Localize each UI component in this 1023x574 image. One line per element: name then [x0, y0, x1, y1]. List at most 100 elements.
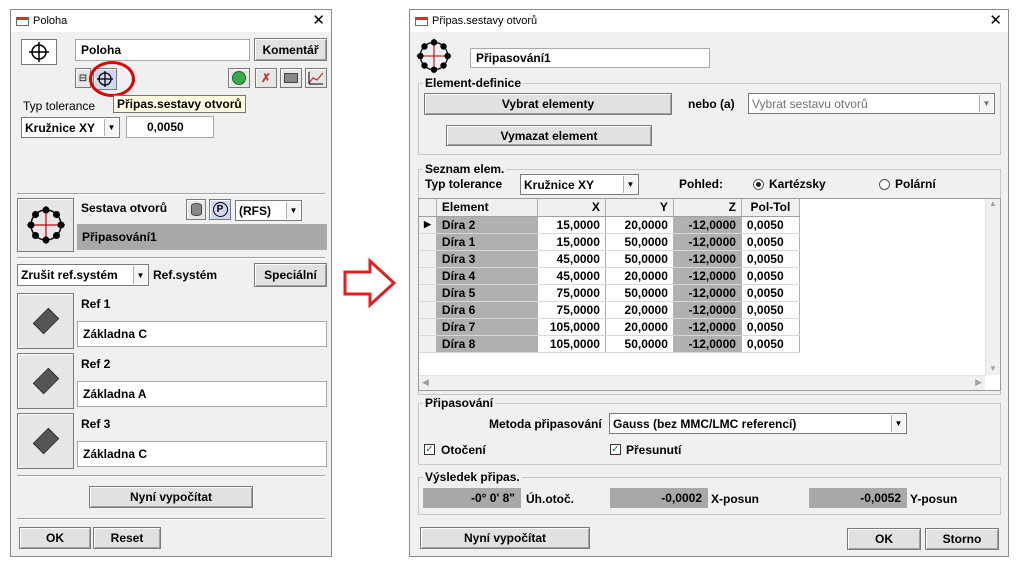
column-header[interactable]: Pol-Tol — [741, 199, 800, 217]
table-row[interactable]: ▶ Díra 2 15,0000 20,0000 -12,0000 0,0050 — [419, 216, 800, 234]
cartesian-radio[interactable] — [753, 179, 764, 190]
cell-x[interactable]: 15,0000 — [537, 233, 606, 251]
cell-y[interactable]: 50,0000 — [605, 335, 674, 353]
column-header[interactable]: Element — [436, 199, 538, 217]
print-icon[interactable] — [280, 68, 302, 88]
cell-x[interactable]: 75,0000 — [537, 284, 606, 302]
cell-pol-tol[interactable]: 0,0050 — [741, 318, 800, 336]
compute-now-button[interactable]: Nyní vypočítat — [89, 486, 253, 508]
cell-y[interactable]: 20,0000 — [605, 216, 674, 234]
cell-z[interactable]: -12,0000 — [673, 284, 742, 302]
cell-element[interactable]: Díra 5 — [436, 284, 538, 302]
cell-z[interactable]: -12,0000 — [673, 233, 742, 251]
cell-element[interactable]: Díra 7 — [436, 318, 538, 336]
table-row[interactable]: Díra 6 75,0000 20,0000 -12,0000 0,0050 — [419, 301, 800, 319]
chevron-down-icon[interactable]: ▼ — [104, 119, 118, 136]
close-icon[interactable]: ✕ — [312, 10, 325, 32]
tolerance-type-combo[interactable]: Kružnice XY ▼ — [520, 174, 639, 195]
compute-now-button[interactable]: Nyní vypočítat — [420, 527, 590, 549]
polar-radio[interactable] — [879, 179, 890, 190]
delete-element-button[interactable]: Vymazat element — [446, 125, 652, 146]
scroll-down-icon[interactable]: ▼ — [986, 364, 1000, 373]
cell-element[interactable]: Díra 3 — [436, 250, 538, 268]
ref-1-field[interactable]: Základna C — [77, 321, 327, 347]
cell-z[interactable]: -12,0000 — [673, 318, 742, 336]
cell-y[interactable]: 50,0000 — [605, 250, 674, 268]
cell-pol-tol[interactable]: 0,0050 — [741, 250, 800, 268]
rotation-checkbox[interactable]: ✓ — [424, 444, 435, 455]
cell-element[interactable]: Díra 6 — [436, 301, 538, 319]
cell-y[interactable]: 50,0000 — [605, 233, 674, 251]
cell-pol-tol[interactable]: 0,0050 — [741, 216, 800, 234]
chevron-down-icon[interactable]: ▼ — [891, 415, 905, 432]
cell-element[interactable]: Díra 4 — [436, 267, 538, 285]
graph-icon[interactable] — [305, 68, 327, 88]
cell-x[interactable]: 15,0000 — [537, 216, 606, 234]
table-row[interactable]: Díra 5 75,0000 50,0000 -12,0000 0,0050 — [419, 284, 800, 302]
ref-3-field[interactable]: Základna C — [77, 441, 327, 467]
cell-z[interactable]: -12,0000 — [673, 335, 742, 353]
cancel-button[interactable]: Storno — [925, 528, 999, 550]
ok-button[interactable]: OK — [847, 528, 921, 550]
cell-x[interactable]: 45,0000 — [537, 267, 606, 285]
cylinder-icon[interactable] — [186, 199, 206, 220]
cell-y[interactable]: 20,0000 — [605, 301, 674, 319]
chevron-down-icon[interactable]: ▼ — [623, 176, 637, 193]
select-pattern-combo[interactable]: Vybrat sestavu otvorů ▼ — [748, 93, 995, 114]
table-row[interactable]: Díra 4 45,0000 20,0000 -12,0000 0,0050 — [419, 267, 800, 285]
cell-x[interactable]: 75,0000 — [537, 301, 606, 319]
cell-pol-tol[interactable]: 0,0050 — [741, 284, 800, 302]
cell-pol-tol[interactable]: 0,0050 — [741, 335, 800, 353]
ok-button[interactable]: OK — [19, 527, 91, 549]
chevron-down-icon[interactable]: ▼ — [286, 202, 300, 219]
cell-element[interactable]: Díra 8 — [436, 335, 538, 353]
chevron-down-icon[interactable]: ▼ — [979, 95, 993, 112]
vertical-scrollbar[interactable]: ▲ ▼ — [985, 199, 1000, 375]
delete-feature-icon[interactable]: ✗ — [255, 68, 277, 88]
cell-z[interactable]: -12,0000 — [673, 301, 742, 319]
close-icon[interactable]: ✕ — [989, 10, 1002, 32]
name-field[interactable]: Připasování1 — [470, 48, 710, 68]
p-icon[interactable]: P — [209, 199, 231, 220]
select-elements-button[interactable]: Vybrat elementy — [424, 93, 672, 115]
horizontal-scrollbar[interactable]: ◀ ▶ — [419, 375, 985, 390]
rfs-combo[interactable]: (RFS) ▼ — [235, 200, 302, 221]
column-header[interactable]: Z — [673, 199, 742, 217]
cell-pol-tol[interactable]: 0,0050 — [741, 233, 800, 251]
pattern-value-bar[interactable]: Připasování1 — [77, 224, 327, 250]
tolerance-value-field[interactable]: 0,0050 — [126, 116, 214, 138]
ref-2-field[interactable]: Základna A — [77, 381, 327, 407]
cell-element[interactable]: Díra 2 — [436, 216, 538, 234]
column-header[interactable]: Y — [605, 199, 674, 217]
cell-x[interactable]: 45,0000 — [537, 250, 606, 268]
name-field[interactable]: Poloha — [75, 39, 250, 61]
scroll-right-icon[interactable]: ▶ — [975, 377, 982, 388]
datum-icon[interactable] — [17, 353, 74, 409]
cell-z[interactable]: -12,0000 — [673, 267, 742, 285]
datum-icon[interactable] — [17, 293, 74, 349]
translation-checkbox[interactable]: ✓ — [610, 444, 621, 455]
comment-button[interactable]: Komentář — [254, 38, 327, 61]
cell-pol-tol[interactable]: 0,0050 — [741, 267, 800, 285]
cell-y[interactable]: 20,0000 — [605, 267, 674, 285]
fit-method-combo[interactable]: Gauss (bez MMC/LMC referencí) ▼ — [609, 413, 907, 434]
table-row[interactable]: Díra 1 15,0000 50,0000 -12,0000 0,0050 — [419, 233, 800, 251]
cell-element[interactable]: Díra 1 — [436, 233, 538, 251]
cell-y[interactable]: 20,0000 — [605, 318, 674, 336]
table-row[interactable]: Díra 7 105,0000 20,0000 -12,0000 0,0050 — [419, 318, 800, 336]
cell-x[interactable]: 105,0000 — [537, 318, 606, 336]
hole-pattern-icon[interactable] — [17, 198, 74, 252]
datum-icon[interactable] — [17, 413, 74, 469]
scroll-left-icon[interactable]: ◀ — [422, 377, 429, 388]
ref-system-combo[interactable]: Zrušit ref.systém ▼ — [17, 264, 149, 286]
elements-grid[interactable]: Element X Y Z Pol-Tol ▶ Díra 2 15,0000 2… — [418, 198, 1001, 391]
special-button[interactable]: Speciální — [254, 263, 327, 287]
scroll-up-icon[interactable]: ▲ — [986, 199, 1000, 208]
cell-pol-tol[interactable]: 0,0050 — [741, 301, 800, 319]
green-globe-icon[interactable] — [228, 68, 250, 88]
cell-z[interactable]: -12,0000 — [673, 250, 742, 268]
reset-button[interactable]: Reset — [93, 527, 161, 549]
cell-y[interactable]: 50,0000 — [605, 284, 674, 302]
column-header[interactable]: X — [537, 199, 606, 217]
table-row[interactable]: Díra 8 105,0000 50,0000 -12,0000 0,0050 — [419, 335, 800, 353]
